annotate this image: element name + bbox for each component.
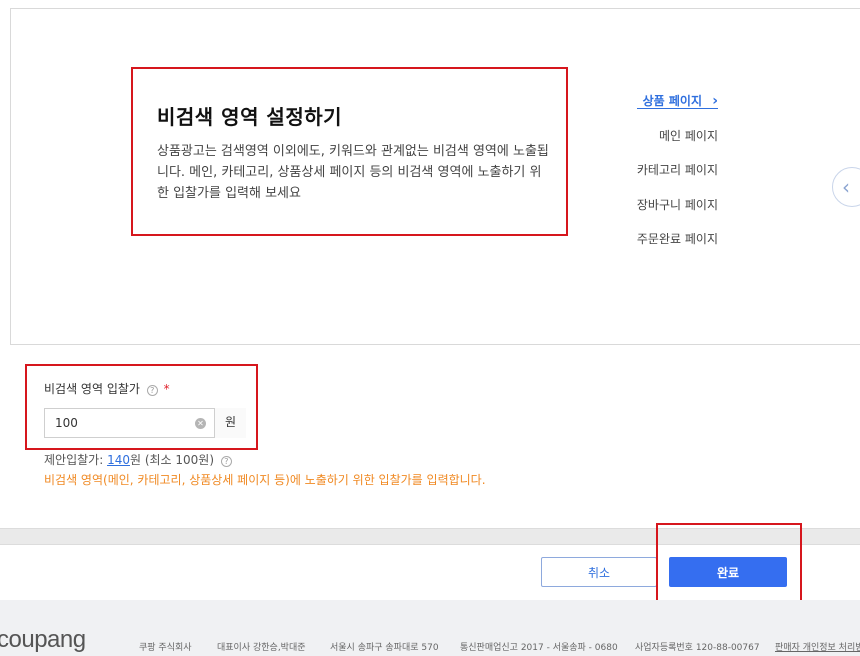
clear-icon[interactable]: ✕: [195, 418, 206, 429]
bid-input-group: ✕ 원: [44, 408, 246, 438]
site-footer: coupang 쿠팡 주식회사 대표이사 강한승,박대준 서울시 송파구 송파대…: [0, 600, 860, 656]
page-title: 비검색 영역 설정하기: [157, 105, 343, 129]
bid-field-label: 비검색 영역 입찰가 ? *: [44, 380, 170, 397]
footer-privacy-link[interactable]: 판매자 개인정보 처리방: [775, 640, 860, 653]
suggested-bid-link[interactable]: 140: [107, 453, 130, 467]
nav-item-product-page[interactable]: 상품 페이지 ›: [636, 93, 718, 109]
bid-warning-text: 비검색 영역(메인, 카테고리, 상품상세 페이지 등)에 노출하기 위한 입찰…: [44, 473, 486, 487]
help-icon[interactable]: ?: [146, 385, 158, 396]
chevron-right-icon: ›: [712, 93, 718, 109]
coupang-logo[interactable]: coupang: [0, 626, 86, 654]
currency-unit: 원: [214, 408, 246, 438]
nav-item-category-page[interactable]: 카테고리 페이지: [637, 162, 718, 178]
footer-biz-number: 사업자등록번호 120-88-00767: [635, 643, 760, 653]
page-type-nav: 상품 페이지 › 메인 페이지 카테고리 페이지 장바구니 페이지 주문완료 페…: [636, 93, 718, 266]
help-icon[interactable]: ?: [220, 456, 232, 467]
footer-company: 쿠팡 주식회사: [139, 643, 192, 653]
chevron-left-icon: ‹: [842, 175, 850, 199]
nav-item-cart-page[interactable]: 장바구니 페이지: [637, 197, 718, 213]
footer-address: 서울시 송파구 송파대로 570: [330, 643, 439, 653]
cancel-button[interactable]: 취소: [541, 557, 657, 587]
required-mark: *: [163, 382, 170, 396]
nav-item-order-complete-page[interactable]: 주문완료 페이지: [637, 231, 718, 247]
nav-item-label: 상품 페이지: [642, 94, 702, 108]
suggested-bid: 제안입찰가: 140원 (최소 100원) ?: [44, 451, 232, 468]
suggest-prefix: 제안입찰가:: [44, 453, 108, 467]
intro-description: 상품광고는 검색영역 이외에도, 키워드와 관계없는 비검색 영역에 노출됩니다…: [157, 144, 549, 201]
nav-item-main-page[interactable]: 메인 페이지: [637, 128, 718, 144]
suggest-suffix: 원 (최소 100원): [129, 453, 215, 467]
footer-ceo: 대표이사 강한승,박대준: [217, 643, 306, 653]
footer-license: 통신판매업신고 2017 - 서울송파 - 0680: [460, 643, 618, 653]
bid-label-text: 비검색 영역 입찰가: [44, 382, 140, 396]
bid-amount-input[interactable]: [45, 409, 215, 437]
done-highlight-box: [656, 523, 802, 608]
intro-panel: 비검색 영역 설정하기 상품광고는 검색영역 이외에도, 키워드와 관계없는 비…: [131, 67, 568, 236]
